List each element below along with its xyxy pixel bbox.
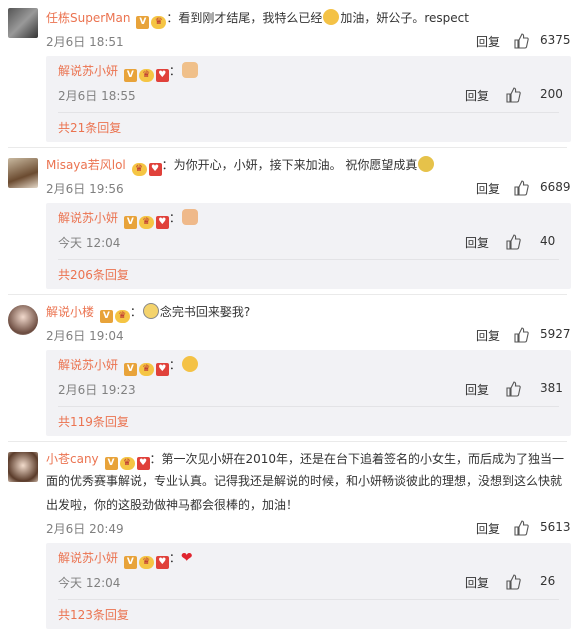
red-medal-icon: ♥ xyxy=(155,216,169,229)
more-replies-link[interactable]: 共21条回复 xyxy=(58,119,121,136)
nerd-glasses-emoji-icon xyxy=(142,303,159,319)
comment-text-line3: 出发啦，你的这股劲做神马都会很棒的，加油！ xyxy=(46,498,299,512)
vip-crown-icon: ♛ xyxy=(138,556,154,569)
vip-crown-icon: ♛ xyxy=(114,310,130,323)
reply-like-count: 381 xyxy=(540,381,563,395)
more-replies-link[interactable]: 共123条回复 xyxy=(58,606,129,623)
reply-time: 2月6日 18:55 xyxy=(58,89,136,103)
more-replies-link[interactable]: 共119条回复 xyxy=(58,413,129,430)
vip-crown-icon: ♛ xyxy=(138,216,154,229)
divider xyxy=(58,112,559,113)
thumbs-up-icon[interactable] xyxy=(513,327,529,343)
thumbs-up-icon[interactable] xyxy=(505,234,521,250)
more-replies-link[interactable]: 共206条回复 xyxy=(58,266,129,283)
reply-box: 解说苏小妍 V ♛ ♥： 今天 12:04 回复 40 共206条回复 xyxy=(46,203,571,289)
avatar[interactable] xyxy=(8,158,38,188)
reply-username[interactable]: 解说苏小妍 xyxy=(58,551,118,565)
red-medal-icon: ♥ xyxy=(136,457,150,470)
reply-username[interactable]: 解说苏小妍 xyxy=(58,211,118,225)
vip-crown-icon: ♛ xyxy=(119,457,135,470)
reply-button[interactable]: 回复 xyxy=(476,33,500,50)
vip-crown-icon: ♛ xyxy=(131,163,147,176)
reply-username[interactable]: 解说苏小妍 xyxy=(58,64,118,78)
comment-time: 2月6日 19:56 xyxy=(46,182,124,196)
sweat-emoji-icon xyxy=(323,9,340,25)
comment-text-end: 加油，妍公子。respect xyxy=(340,11,469,25)
verified-badge-icon: V xyxy=(99,310,113,323)
sunglasses-emoji-icon xyxy=(181,356,198,372)
reply-time: 今天 12:04 xyxy=(58,236,121,250)
reply-button[interactable]: 回复 xyxy=(465,234,489,251)
reply-username[interactable]: 解说苏小妍 xyxy=(58,358,118,372)
like-count: 5927 xyxy=(540,327,571,341)
comment-time: 2月6日 20:49 xyxy=(46,522,124,536)
reply-button[interactable]: 回复 xyxy=(476,180,500,197)
avatar[interactable] xyxy=(8,305,38,335)
comment-time: 2月6日 19:04 xyxy=(46,329,124,343)
like-count: 6689 xyxy=(540,180,571,194)
comment-text: ：看到刚才结尾，我特么已经 xyxy=(166,11,323,25)
comment-item: 任栋SuperMan V ♛ ：看到刚才结尾，我特么已经 加油，妍公子。respect… xyxy=(0,0,575,145)
thumbs-up-icon[interactable] xyxy=(505,87,521,103)
divider xyxy=(58,599,559,600)
thumbs-up-icon[interactable] xyxy=(513,520,529,536)
verified-badge-icon: V xyxy=(123,556,137,569)
hands-emoji-icon xyxy=(181,209,198,225)
reply-button[interactable]: 回复 xyxy=(465,381,489,398)
comment-text: ：为你开心，小妍，接下来加油。 祝你愿望成真 xyxy=(161,158,418,172)
reply-button[interactable]: 回复 xyxy=(476,327,500,344)
thumbs-up-icon[interactable] xyxy=(505,381,521,397)
comment-text: ：第一次见小妍在2010年，还是在台下追着签名的小女生，而后成为了独当一 xyxy=(149,452,565,466)
reply-button[interactable]: 回复 xyxy=(465,574,489,591)
red-medal-icon: ♥ xyxy=(155,363,169,376)
red-medal-icon: ♥ xyxy=(148,163,162,176)
flex-arm-emoji-icon xyxy=(181,62,198,78)
verified-badge-icon: V xyxy=(123,69,137,82)
reply-box: 解说苏小妍 V ♛ ♥ ：❤ 今天 12:04 回复 26 共123条回复 xyxy=(46,543,571,629)
divider xyxy=(58,406,559,407)
heart-emoji-icon: ❤ xyxy=(180,550,193,566)
thumbs-up-icon[interactable] xyxy=(513,180,529,196)
verified-badge-icon: V xyxy=(123,363,137,376)
comment-time: 2月6日 18:51 xyxy=(46,35,124,49)
username[interactable]: 任栋SuperMan xyxy=(46,11,130,25)
like-count: 6375 xyxy=(540,33,571,47)
thumbs-up-icon[interactable] xyxy=(505,574,521,590)
reply-button[interactable]: 回复 xyxy=(476,520,500,537)
avatar[interactable] xyxy=(8,8,38,38)
reply-box: 解说苏小妍 V ♛ ♥： 2月6日 18:55 回复 200 共21条回复 xyxy=(46,56,571,142)
comment-item: 小苍cany V ♛ ♥ ：第一次见小妍在2010年，还是在台下追着签名的小女生，而后… xyxy=(0,442,575,635)
comment-item: Misaya若风lol ♛ ♥ ：为你开心，小妍，接下来加油。 祝你愿望成真 2月6… xyxy=(0,148,575,293)
verified-badge-icon: V xyxy=(136,16,150,29)
red-medal-icon: ♥ xyxy=(155,69,169,82)
verified-badge-icon: V xyxy=(104,457,118,470)
reply-like-count: 40 xyxy=(540,234,556,248)
username[interactable]: 解说小楼 xyxy=(46,305,94,319)
vip-crown-icon: ♛ xyxy=(151,16,167,29)
comment-text-line2: 面的优秀赛事解说，专业认真。记得我还是解说的时候，和小妍畅谈彼此的理想，没想到这… xyxy=(46,474,563,488)
reply-button[interactable]: 回复 xyxy=(465,87,489,104)
verified-badge-icon: V xyxy=(123,216,137,229)
username[interactable]: Misaya若风lol xyxy=(46,158,126,172)
reply-like-count: 200 xyxy=(540,87,563,101)
reply-time: 2月6日 19:23 xyxy=(58,383,136,397)
red-medal-icon: ♥ xyxy=(155,556,169,569)
comment-item: 解说小楼 V ♛：念完书回来娶我? 2月6日 19:04 回复 5927 解说苏小… xyxy=(0,295,575,440)
thumbs-up-icon[interactable] xyxy=(513,33,529,49)
like-count: 5613 xyxy=(540,520,571,534)
reply-box: 解说苏小妍 V ♛ ♥： 2月6日 19:23 回复 381 共119条回复 xyxy=(46,350,571,436)
username[interactable]: 小苍cany xyxy=(46,452,99,466)
wish-emoji-icon xyxy=(418,156,435,172)
divider xyxy=(58,259,559,260)
vip-crown-icon: ♛ xyxy=(138,363,154,376)
comment-text: 念完书回来娶我? xyxy=(159,305,251,319)
vip-crown-icon: ♛ xyxy=(138,69,154,82)
avatar[interactable] xyxy=(8,452,38,482)
reply-like-count: 26 xyxy=(540,574,556,588)
reply-time: 今天 12:04 xyxy=(58,576,121,590)
